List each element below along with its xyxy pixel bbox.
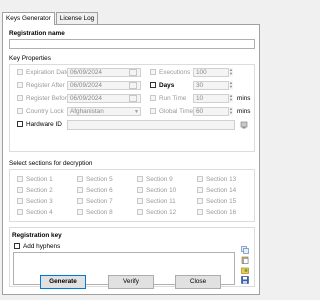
days-checkbox[interactable] (150, 82, 156, 88)
key-properties-title: Key Properties (9, 55, 51, 62)
register-after-checkbox[interactable] (17, 82, 23, 88)
section-checkbox[interactable] (77, 176, 83, 182)
global-time-value: 60 (196, 108, 204, 115)
save-icon[interactable] (241, 276, 249, 284)
register-after-label: Register After (26, 82, 65, 89)
run-time-unit: mins (237, 95, 251, 102)
hardware-id-checkbox[interactable] (17, 121, 23, 127)
section-label: Section 1 (26, 176, 53, 183)
keys-generator-panel: Registration name Key Properties Expirat… (2, 24, 260, 295)
register-before-label: Register Before (26, 95, 71, 102)
registration-key-label: Registration key (12, 232, 62, 239)
global-time-label: Global Time (159, 108, 194, 115)
run-time-stepper[interactable]: 10 (193, 94, 233, 103)
register-after-calendar-icon[interactable] (129, 82, 137, 89)
sections-title: Select sections for decryption (9, 160, 93, 167)
section-checkbox[interactable] (137, 176, 143, 182)
expiration-date-value: 06/09/2024 (70, 69, 102, 76)
registration-name-input[interactable] (9, 39, 255, 49)
days-spin-icon[interactable]: ▲ ▼ (228, 81, 233, 90)
section-label: Section 4 (26, 209, 53, 216)
register-before-value: 06/09/2024 (70, 95, 102, 102)
section-label: Section 15 (206, 198, 237, 205)
expiration-date-label: Expiration Date (26, 69, 70, 76)
section-label: Section 9 (146, 176, 173, 183)
section-checkbox[interactable] (197, 198, 203, 204)
copy-icon[interactable] (241, 246, 249, 254)
section-checkbox[interactable] (17, 198, 23, 204)
section-checkbox[interactable] (137, 209, 143, 215)
section-checkbox[interactable] (197, 176, 203, 182)
chevron-down-icon[interactable]: ▼ (134, 108, 139, 116)
days-label: Days (159, 82, 175, 89)
global-time-stepper[interactable]: 60 (193, 107, 233, 116)
country-lock-checkbox[interactable] (17, 108, 23, 114)
section-label: Section 6 (86, 187, 113, 194)
country-lock-label: Country Lock (26, 108, 64, 115)
run-time-checkbox[interactable] (150, 95, 156, 101)
tab-keys-generator[interactable]: Keys Generator (2, 12, 55, 25)
tab-strip: Keys Generator License Log (2, 12, 99, 25)
days-stepper[interactable]: 30 (193, 81, 233, 90)
paste-icon[interactable] (241, 256, 249, 264)
days-value: 30 (196, 82, 204, 89)
section-label: Section 3 (26, 198, 53, 205)
section-checkbox[interactable] (77, 187, 83, 193)
country-lock-select[interactable]: Afghanistan (67, 107, 141, 116)
section-label: Section 13 (206, 176, 237, 183)
section-label: Section 14 (206, 187, 237, 194)
global-time-checkbox[interactable] (150, 108, 156, 114)
expiration-date-calendar-icon[interactable] (129, 69, 137, 76)
section-checkbox[interactable] (197, 209, 203, 215)
verify-button[interactable]: Verify (108, 275, 154, 289)
section-label: Section 16 (206, 209, 237, 216)
section-label: Section 11 (146, 198, 176, 205)
register-before-checkbox[interactable] (17, 95, 23, 101)
section-checkbox[interactable] (17, 187, 23, 193)
register-before-calendar-icon[interactable] (129, 95, 137, 102)
run-time-spin-icon[interactable]: ▲ ▼ (228, 94, 233, 103)
section-checkbox[interactable] (77, 198, 83, 204)
open-key-icon[interactable] (241, 266, 249, 274)
section-label: Section 5 (86, 176, 113, 183)
section-checkbox[interactable] (17, 209, 23, 215)
hardware-id-label: Hardware ID (26, 121, 62, 128)
add-hyphens-checkbox[interactable] (14, 243, 20, 249)
hardware-id-input[interactable] (67, 120, 235, 130)
expiration-date-checkbox[interactable] (17, 69, 23, 75)
section-label: Section 10 (146, 187, 177, 194)
registration-name-label: Registration name (9, 30, 65, 37)
executions-value: 100 (196, 69, 207, 76)
executions-stepper[interactable]: 100 (193, 68, 233, 77)
global-time-spin-icon[interactable]: ▲ ▼ (228, 107, 233, 116)
section-checkbox[interactable] (137, 198, 143, 204)
generate-button[interactable]: Generate (40, 275, 86, 289)
global-time-unit: mins (237, 108, 251, 115)
section-label: Section 2 (26, 187, 53, 194)
section-checkbox[interactable] (17, 176, 23, 182)
executions-checkbox[interactable] (150, 69, 156, 75)
country-lock-value: Afghanistan (70, 108, 104, 115)
section-label: Section 7 (86, 198, 113, 205)
section-label: Section 12 (146, 209, 177, 216)
executions-label: Executions (159, 69, 191, 76)
hardware-id-icon[interactable] (240, 121, 248, 129)
section-checkbox[interactable] (197, 187, 203, 193)
register-after-value: 06/09/2024 (70, 82, 102, 89)
run-time-label: Run Time (159, 95, 187, 102)
section-checkbox[interactable] (137, 187, 143, 193)
run-time-value: 10 (196, 95, 204, 102)
close-button[interactable]: Close (175, 275, 221, 289)
section-checkbox[interactable] (77, 209, 83, 215)
tab-license-log[interactable]: License Log (55, 12, 99, 24)
executions-spin-icon[interactable]: ▲ ▼ (228, 68, 233, 77)
section-label: Section 8 (86, 209, 113, 216)
add-hyphens-label: Add hyphens (23, 243, 61, 250)
